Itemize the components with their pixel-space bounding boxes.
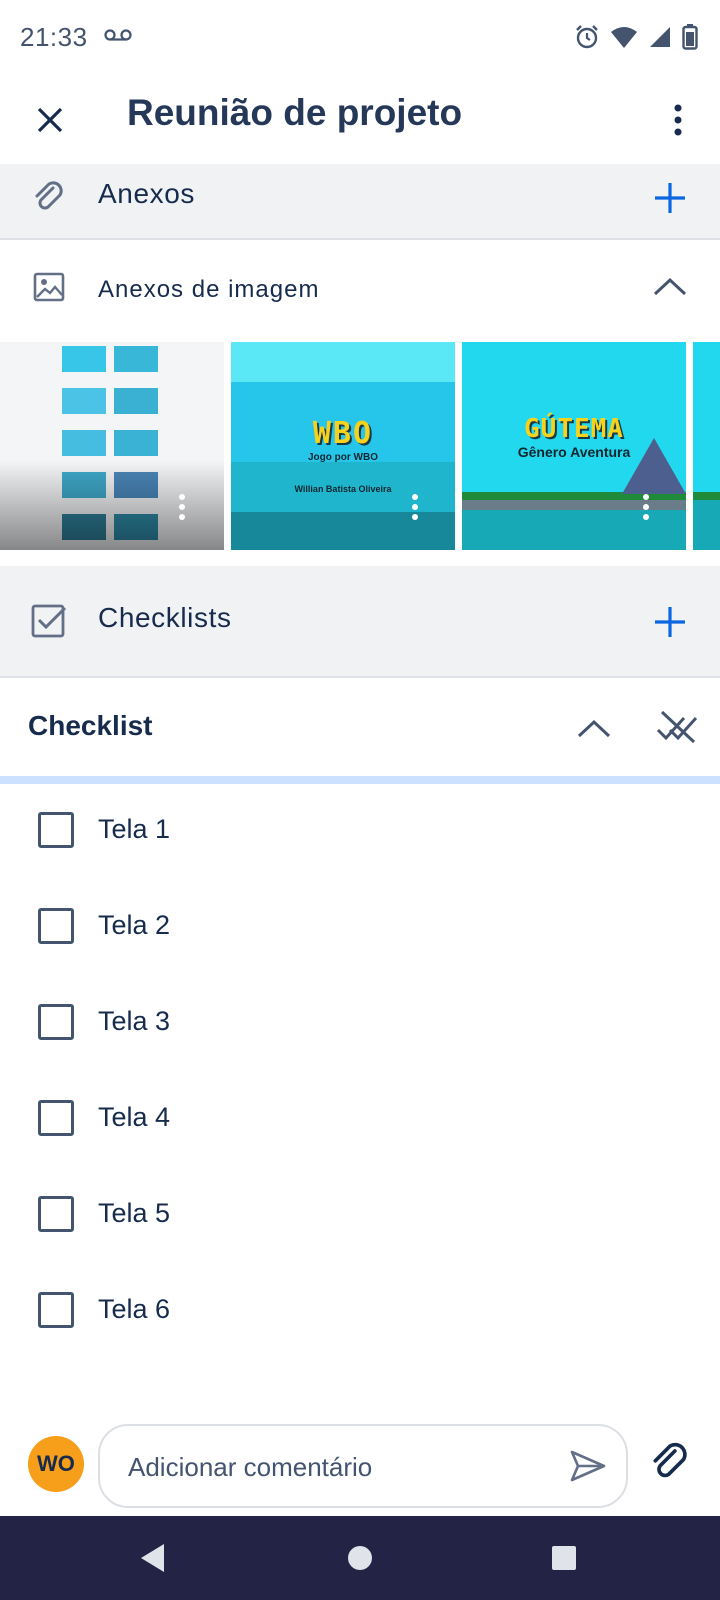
- add-checklist-button[interactable]: [648, 600, 692, 644]
- more-options-button[interactable]: [666, 96, 690, 144]
- image-thumbnail[interactable]: WBO Jogo por WBO Willian Batista Oliveir…: [231, 342, 455, 550]
- thumbnail-author: Willian Batista Oliveira: [294, 484, 392, 494]
- checklist-checkbox[interactable]: [38, 1292, 74, 1328]
- checklist-item[interactable]: Tela 1: [0, 784, 720, 880]
- checklist-item-label: Tela 6: [98, 1294, 171, 1324]
- add-attachment-button[interactable]: [648, 176, 692, 220]
- image-thumbnail[interactable]: [693, 342, 720, 550]
- close-icon: [37, 107, 63, 133]
- paperclip-icon[interactable]: [648, 1440, 692, 1484]
- attachments-label: Anexos: [98, 178, 195, 209]
- checklist-item[interactable]: Tela 4: [0, 1072, 720, 1168]
- checklist-item[interactable]: Tela 5: [0, 1168, 720, 1264]
- checklist-title: Checklist: [28, 710, 153, 741]
- checklists-label: Checklists: [98, 602, 232, 633]
- plus-icon: [655, 183, 685, 213]
- checklist-item[interactable]: Tela 2: [0, 880, 720, 976]
- checkbox-checked-icon: [30, 602, 68, 640]
- checklist-checkbox[interactable]: [38, 1004, 74, 1040]
- thumbnail-more-icon[interactable]: [178, 494, 186, 524]
- thumbnail-title: GÚTEMA: [524, 414, 624, 444]
- checklist-item-label: Tela 5: [98, 1198, 171, 1228]
- thumbnail-title: WBO: [312, 416, 374, 451]
- hide-checked-icon[interactable]: [656, 708, 698, 746]
- thumbnail-shade: [0, 460, 224, 550]
- close-button[interactable]: [26, 96, 74, 144]
- chevron-up-icon[interactable]: [574, 714, 614, 744]
- home-button[interactable]: [340, 1538, 380, 1578]
- thumbnail-more-icon[interactable]: [411, 494, 419, 524]
- recents-button[interactable]: [544, 1538, 584, 1578]
- home-circle-icon: [348, 1546, 372, 1570]
- image-thumbnail[interactable]: [0, 342, 224, 550]
- checklist-item-label: Tela 1: [98, 814, 171, 844]
- app-bar: Reunião de projeto: [0, 78, 720, 164]
- image-icon: [30, 268, 68, 306]
- back-button[interactable]: [133, 1538, 173, 1578]
- checklist-item[interactable]: Tela 7: [0, 1360, 720, 1386]
- image-thumbnail[interactable]: GÚTEMA Gênero Aventura: [462, 342, 686, 550]
- avatar[interactable]: WO: [28, 1436, 84, 1492]
- back-triangle-icon: [141, 1544, 164, 1572]
- alarm-icon: [576, 25, 598, 49]
- checklist-progress-bar: [0, 776, 720, 784]
- comment-input[interactable]: Adicionar comentário: [98, 1424, 628, 1508]
- thumbnail-more-icon[interactable]: [642, 494, 650, 524]
- send-icon[interactable]: [568, 1446, 608, 1486]
- chevron-up-icon[interactable]: [650, 272, 690, 302]
- comment-bar: WO Adicionar comentário: [0, 1410, 720, 1516]
- checklists-section: Checklists: [0, 566, 720, 678]
- checklist-item[interactable]: Tela 6: [0, 1264, 720, 1360]
- battery-icon: [682, 24, 698, 50]
- system-navigation-bar: [0, 1516, 720, 1600]
- status-time: 21:33: [20, 22, 88, 52]
- wifi-icon: [611, 27, 637, 48]
- checklist-item-label: Tela 3: [98, 1006, 171, 1036]
- checklist-header: Checklist: [0, 678, 720, 780]
- comment-placeholder: Adicionar comentário: [128, 1452, 373, 1482]
- checklist-checkbox[interactable]: [38, 1196, 74, 1232]
- signal-icon: [650, 27, 670, 47]
- image-attachments-section: Anexos de imagem WBO Jogo por WBO Willia…: [0, 240, 720, 566]
- checklist-item[interactable]: Tela 3: [0, 976, 720, 1072]
- checklist-checkbox[interactable]: [38, 908, 74, 944]
- checklist-item-label: Tela 4: [98, 1102, 171, 1132]
- plus-icon: [655, 607, 685, 637]
- checklist-checkbox[interactable]: [38, 1100, 74, 1136]
- thumbnail-subtitle: Gênero Aventura: [517, 444, 631, 460]
- checklist-item-label: Tela 2: [98, 910, 171, 940]
- voicemail-icon: [104, 29, 132, 41]
- attachments-section: Anexos: [0, 164, 720, 240]
- thumbnail-subtitle: Jogo por WBO: [308, 452, 378, 463]
- checklist-checkbox[interactable]: [38, 812, 74, 848]
- more-vertical-icon: [674, 104, 682, 136]
- page-title: Reunião de projeto: [127, 92, 463, 133]
- status-bar: 21:33: [0, 0, 720, 78]
- image-attachments-label: Anexos de imagem: [98, 276, 320, 303]
- paperclip-icon: [30, 178, 68, 216]
- recents-square-icon: [552, 1546, 576, 1570]
